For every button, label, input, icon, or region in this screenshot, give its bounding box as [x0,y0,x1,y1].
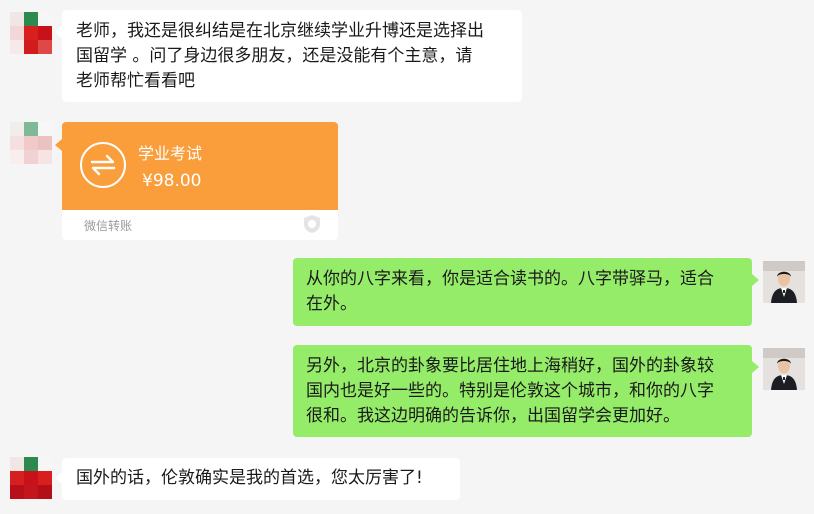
transfer-card-header: 学业考试 ¥98.00 [62,122,338,210]
transfer-arrows-icon [80,142,126,188]
message-line: 老师，我还是很纠结是在北京继续学业升博还是选择出 [76,21,484,41]
bubble-tail [752,361,759,373]
message-line: 从你的八字来看，你是适合读书的。八字带驿马，适合 [306,269,714,289]
bubble-tail [55,26,62,38]
transfer-card[interactable]: 学业考试 ¥98.00 微信转账 [62,122,338,240]
avatar-sender[interactable] [10,457,52,499]
message-line: 国外的话，伦敦确实是我的首选，您太厉害了! [76,468,423,488]
message-line: 很和。我这边明确的告诉你，出国留学会更加好。 [306,406,680,426]
bubble-tail [55,472,62,484]
message-line: 另外，北京的卦象要比居住地上海稍好，国外的卦象较 [306,356,714,376]
message-bubble[interactable]: 老师，我还是很纠结是在北京继续学业升博还是选择出 国留学 。问了身边很多朋友，还… [62,10,522,102]
transfer-amount: ¥98.00 [142,171,202,191]
transfer-title: 学业考试 [138,144,203,163]
message-bubble[interactable]: 国外的话，伦敦确实是我的首选，您太厉害了! [62,458,460,500]
avatar-sender[interactable] [10,122,52,164]
message-line: 国内也是好一些的。特别是伦敦这个城市，和你的八字 [306,381,714,401]
transfer-label: 微信转账 [84,219,133,233]
transfer-card-footer: 微信转账 [62,210,338,240]
message-line: 在外。 [306,294,357,314]
message-line: 国留学 。问了身边很多朋友，还是没能有个主意，请 [76,46,473,66]
message-bubble[interactable]: 另外，北京的卦象要比居住地上海稍好，国外的卦象较 国内也是好一些的。特别是伦敦这… [293,345,752,437]
avatar-user[interactable] [763,348,805,390]
bubble-tail [752,274,759,286]
wechat-pay-icon [304,215,320,233]
message-line: 老师帮忙看看吧 [76,71,195,91]
avatar-sender[interactable] [10,12,52,54]
avatar-user[interactable] [763,261,805,303]
bubble-tail [55,139,62,151]
message-bubble[interactable]: 从你的八字来看，你是适合读书的。八字带驿马，适合 在外。 [293,258,752,326]
